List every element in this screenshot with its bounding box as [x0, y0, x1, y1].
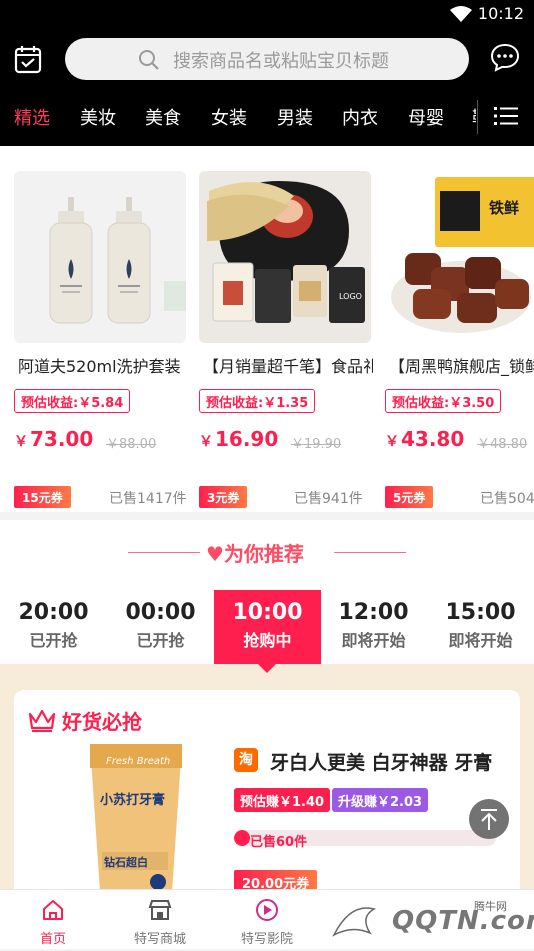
slot-time: 15:00	[445, 600, 516, 625]
watermark-text: QQTN.com	[392, 906, 534, 936]
product-title: 【月销量超千笔】食品礼盒	[203, 357, 373, 376]
upgrade-earning-badge: 升级赚￥2.03	[332, 788, 429, 812]
slot-time: 20:00	[18, 600, 89, 625]
home-icon	[41, 898, 65, 926]
arrow-up-icon	[481, 809, 497, 830]
nav-label: 特写影院	[240, 932, 293, 947]
tab-men[interactable]: 男装	[277, 104, 313, 130]
product-price: ￥ 43.80	[385, 427, 465, 451]
product-strip: 阿道夫520ml洗护套装 预估收益:￥5.84 ￥ 73.00 ￥88.00 15…	[0, 146, 534, 512]
pack-brand: Fresh Breath	[106, 756, 170, 767]
decorative-line	[128, 552, 200, 553]
slot-status: 即将开始	[448, 631, 513, 650]
featured-product-name: 牙白人更美 白牙神器 牙膏	[270, 752, 493, 774]
slot-time: 10:00	[232, 600, 303, 625]
sold-count: 已售1417件	[109, 491, 187, 507]
sold-count: 已售60件	[250, 835, 308, 850]
calendar-icon[interactable]	[14, 44, 42, 78]
tab-divider	[477, 100, 478, 134]
search-icon	[137, 48, 161, 76]
estimated-earning-badge: 预估赚￥1.40	[234, 788, 331, 812]
product-title: 【周黑鸭旗舰店_锁鲜】	[389, 357, 534, 376]
coupon-badge: 15元券	[14, 486, 71, 508]
tab-baby[interactable]: 母婴	[408, 104, 444, 130]
app-header: 10:12 搜索商品名或粘贴宝贝标题 精选 美妆 美食 女装 男装 内衣 母婴	[0, 0, 534, 146]
time-slot[interactable]: 20:00 已开抢	[0, 590, 107, 664]
original-price: ￥19.90	[291, 437, 342, 452]
pack-name: 小苏打牙膏	[100, 792, 165, 808]
nav-home[interactable]: 首页	[0, 890, 106, 950]
time-slot[interactable]: 00:00 已开抢	[107, 590, 214, 664]
nav-label: 特写商城	[133, 932, 186, 947]
product-image: LOGO	[199, 171, 371, 343]
play-icon	[255, 898, 279, 926]
tab-shoes[interactable]: 鞋	[472, 104, 476, 130]
category-tabs: 精选 美妆 美食 女装 男装 内衣 母婴 鞋	[0, 98, 476, 138]
svg-text:LOGO: LOGO	[339, 292, 362, 301]
crown-icon	[28, 708, 56, 736]
pack-sub: 钻石超白	[104, 855, 148, 869]
taobao-icon: 淘	[234, 748, 258, 772]
sold-progress-fill	[234, 830, 250, 846]
store-icon	[148, 898, 172, 926]
wifi-icon	[450, 6, 472, 26]
slot-time: 12:00	[338, 600, 409, 625]
nav-label: 首页	[39, 932, 66, 947]
tab-women[interactable]: 女装	[211, 104, 247, 130]
nav-mall[interactable]: 特写商城	[107, 890, 213, 950]
product-price: ￥ 73.00	[14, 427, 94, 451]
message-icon[interactable]	[490, 42, 520, 76]
estimated-earning-badge: 预估收益:￥5.84	[14, 389, 131, 413]
coupon-badge: 3元券	[199, 486, 248, 508]
time-slot[interactable]: 15:00 即将开始	[427, 590, 534, 664]
recommend-title: ♥为你推荐	[206, 542, 304, 566]
product-image	[14, 171, 186, 343]
heart-icon: ♥	[206, 542, 224, 566]
nav-cinema[interactable]: 特写影院	[214, 890, 320, 950]
sold-count: 已售941件	[294, 491, 363, 507]
menu-icon[interactable]	[494, 106, 518, 130]
estimated-earning-badge: 预估收益:￥1.35	[199, 389, 316, 413]
back-to-top-button[interactable]	[469, 799, 509, 839]
tab-food[interactable]: 美食	[145, 104, 181, 130]
featured-product-image[interactable]: Fresh Breath 小苏打牙膏 钻石超白	[88, 742, 184, 896]
original-price: ￥88.00	[106, 437, 157, 452]
active-slot-pointer	[258, 664, 276, 673]
tab-featured[interactable]: 精选	[14, 104, 50, 130]
slot-status: 已开抢	[29, 631, 78, 650]
coupon-badge: 5元券	[385, 486, 434, 508]
product-image: 铁鲜	[385, 171, 534, 343]
search-placeholder: 搜索商品名或粘贴宝贝标题	[173, 51, 389, 72]
flash-sale-time-tabs: 20:00 已开抢 00:00 已开抢 10:00 抢购中 12:00 即将开始…	[0, 590, 534, 664]
slot-time: 00:00	[125, 600, 196, 625]
tab-beauty[interactable]: 美妆	[80, 104, 116, 130]
recommend-header: ♥为你推荐	[0, 520, 534, 590]
sold-count: 已售5047件	[480, 491, 534, 507]
search-input[interactable]: 搜索商品名或粘贴宝贝标题	[65, 38, 469, 80]
estimated-earning-badge: 预估收益:￥3.50	[385, 389, 502, 413]
original-price: ￥48.80	[477, 437, 528, 452]
product-box-label: 铁鲜	[489, 199, 519, 217]
slot-status: 即将开始	[341, 631, 406, 650]
slot-status: 抢购中	[243, 631, 292, 650]
decorative-line	[334, 552, 406, 553]
product-price: ￥ 16.90	[199, 427, 279, 451]
tab-underwear[interactable]: 内衣	[342, 104, 378, 130]
featured-section-title: 好货必抢	[62, 710, 142, 734]
status-time: 10:12	[477, 4, 524, 23]
time-slot-active[interactable]: 10:00 抢购中	[214, 590, 321, 664]
time-slot[interactable]: 12:00 即将开始	[320, 590, 427, 664]
slot-status: 已开抢	[136, 631, 185, 650]
product-title: 阿道夫520ml洗护套装	[18, 357, 181, 376]
